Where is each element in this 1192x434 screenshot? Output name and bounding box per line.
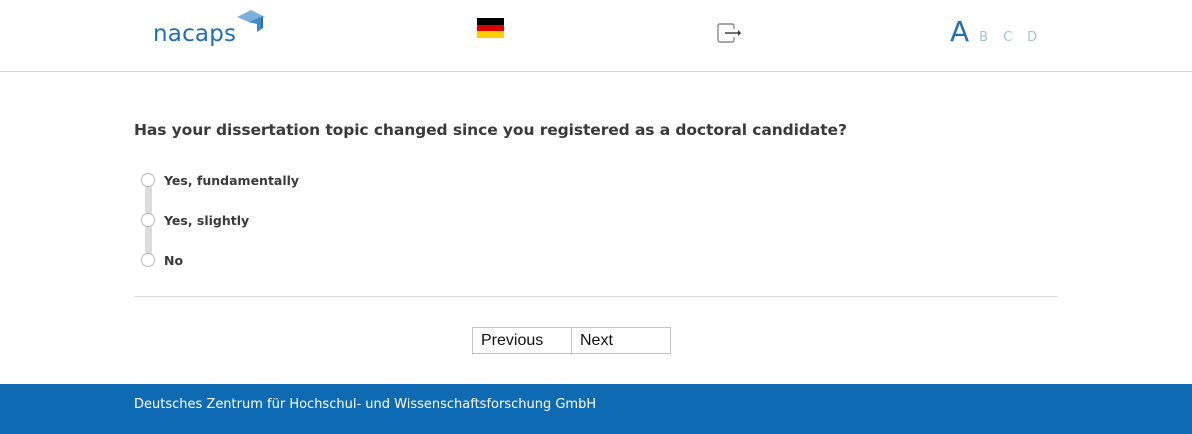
- option-label: No: [164, 252, 184, 268]
- navigation-buttons: Previous Next: [472, 327, 671, 354]
- next-button[interactable]: Next: [572, 328, 670, 353]
- option-no[interactable]: No: [141, 251, 183, 269]
- option-yes-fundamentally[interactable]: Yes, fundamentally: [141, 171, 299, 189]
- font-size-b[interactable]: B: [979, 30, 988, 45]
- graduation-cap-icon: [237, 10, 265, 32]
- header: nacaps A B C D: [0, 0, 1192, 72]
- flag-stripe-gold: [477, 31, 504, 39]
- flag-stripe-red: [477, 24, 504, 32]
- question-text: Has your dissertation topic changed sinc…: [134, 121, 847, 139]
- option-label: Yes, fundamentally: [164, 172, 300, 188]
- flag-stripe-black: [477, 18, 504, 25]
- radio-button[interactable]: [141, 253, 155, 267]
- radio-button[interactable]: [141, 213, 155, 227]
- nacaps-logo: nacaps: [153, 10, 268, 50]
- footer-text: Deutsches Zentrum für Hochschul- und Wis…: [134, 397, 597, 412]
- radio-button[interactable]: [141, 173, 155, 187]
- footer: Deutsches Zentrum für Hochschul- und Wis…: [0, 384, 1192, 434]
- logout-icon[interactable]: [716, 22, 742, 44]
- option-label: Yes, slightly: [164, 212, 250, 228]
- logo-text: nacaps: [153, 21, 237, 47]
- divider: [134, 296, 1058, 297]
- survey-page: nacaps A B C D Has your dissertation top…: [0, 0, 1192, 434]
- font-size-selector: A B C D: [950, 14, 1052, 50]
- font-size-c[interactable]: C: [1003, 30, 1012, 45]
- font-size-d[interactable]: D: [1027, 30, 1037, 45]
- option-yes-slightly[interactable]: Yes, slightly: [141, 211, 249, 229]
- font-size-a[interactable]: A: [950, 14, 969, 50]
- answer-options: Yes, fundamentally Yes, slightly No: [141, 171, 541, 271]
- previous-button[interactable]: Previous: [473, 328, 572, 353]
- german-flag-icon[interactable]: [477, 18, 504, 39]
